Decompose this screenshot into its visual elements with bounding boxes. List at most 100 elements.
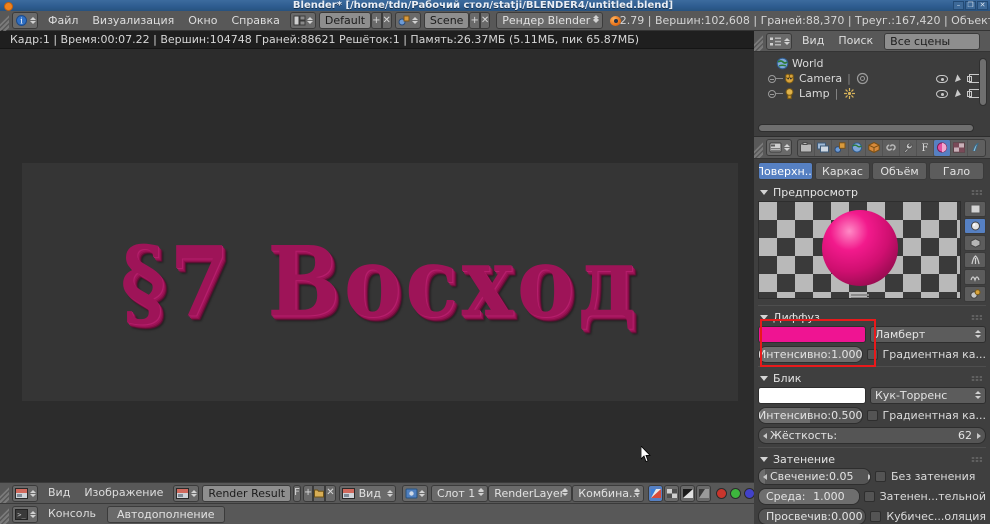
add-screen-layout-button[interactable]: + [371,12,382,29]
scene-tab[interactable] [832,139,849,156]
increment-arrow-icon[interactable] [977,432,981,439]
image-datablock-browse-selector[interactable] [173,484,200,502]
menu-help[interactable]: Справка [224,11,286,31]
outliner-horizontal-scrollbar[interactable] [758,124,974,132]
cursor-arrow-icon[interactable] [954,88,963,99]
diffuse-ramp-checkbox-row[interactable]: Градиентная ка... [866,348,986,361]
outliner-menu-search[interactable]: Поиск [831,31,880,51]
flat-preview-icon[interactable] [964,201,986,217]
expand-toggle-camera[interactable] [768,74,776,83]
ambient-slider[interactable]: Среда: 1.000 [758,488,860,505]
world-tab[interactable] [849,139,866,156]
render-tab[interactable] [798,139,815,156]
render-engine-dropdown[interactable]: Рендер Blender [496,12,604,29]
render-layers-tab[interactable] [815,139,832,156]
outliner-row-camera[interactable]: Camera | [754,71,990,86]
specular-intensity-slider[interactable]: Интенсивно:0.500 [758,407,863,424]
image-editor-area[interactable]: §7 Восход [0,49,754,482]
specular-ramp-checkbox-row[interactable]: Градиентная ка... [866,409,986,422]
cubic-interpolation-checkbox[interactable] [870,511,882,522]
delete-scene-button[interactable]: ✕ [479,12,491,29]
image-name-field[interactable]: Render Result [202,484,292,502]
outliner-vertical-scrollbar[interactable] [979,58,987,106]
fake-user-button[interactable]: F [293,484,301,502]
particles-tab[interactable] [968,140,985,156]
subtab-surface[interactable]: Поверхн... [758,162,813,180]
diffuse-panel-header[interactable]: Диффуз. [754,309,990,326]
shading-panel-header[interactable]: Затенение [754,451,990,468]
shadeless-checkbox[interactable] [875,471,886,482]
alpha-icon[interactable] [664,484,680,502]
translucency-slider[interactable]: Просвечив: 0.000 [758,508,867,524]
area-corner-grip[interactable] [0,10,9,31]
material-tab[interactable] [934,139,951,156]
scene-selector[interactable] [394,12,421,29]
image-menu-image[interactable]: Изображение [77,483,170,503]
image-view-mode-selector[interactable]: Вид [338,484,396,502]
menu-file[interactable]: Файл [41,11,85,31]
image-editor-corner-grip[interactable] [0,483,9,503]
render-pass-dropdown[interactable]: Комбина... [572,484,645,502]
specular-hardness-slider[interactable]: Жёсткость: 62 [758,427,986,444]
diffuse-intensity-slider[interactable]: Интенсивно:1.000 [758,346,863,363]
increment-arrow-icon[interactable] [867,473,870,480]
properties-editor-type-selector[interactable] [766,139,792,156]
console-menu[interactable]: Консоль [41,504,103,524]
outliner-row-world[interactable]: World [754,56,990,71]
constraints-tab[interactable] [883,139,900,156]
outliner-row-lamp[interactable]: Lamp | [754,86,990,101]
open-image-button[interactable] [313,484,326,502]
diffuse-color-swatch[interactable] [758,326,866,343]
preview-resize-handle[interactable] [850,294,869,298]
eye-icon[interactable] [936,74,948,83]
subtab-halo[interactable]: Гало [929,162,984,180]
cloth-preview-icon[interactable] [964,286,986,302]
console-editor-type-selector[interactable]: >_ [12,505,38,523]
outliner-editor-type-selector[interactable] [766,32,792,50]
specular-color-swatch[interactable] [758,387,866,404]
image-menu-view[interactable]: Вид [41,483,77,503]
render-layer-dropdown[interactable]: RenderLayer [488,484,573,502]
sphere-preview-icon[interactable] [964,218,986,234]
hair-preview-icon[interactable] [964,252,986,268]
new-image-button[interactable]: + [302,484,314,502]
tangent-shading-checkbox[interactable] [863,491,875,502]
scene-name-field[interactable]: Scene [423,12,470,29]
outliner-menu-view[interactable]: Вид [795,31,831,51]
diffuse-ramp-checkbox[interactable] [866,349,878,360]
texture-tab[interactable] [951,139,968,156]
decrement-arrow-icon[interactable] [763,432,767,439]
panel-grip-icon[interactable] [971,457,982,462]
autocomplete-button[interactable]: Автодополнение [107,505,225,523]
panel-grip-icon[interactable] [971,315,982,320]
menu-window[interactable]: Окно [181,11,224,31]
info-editor-type-selector[interactable]: i [12,12,38,29]
slot-dropdown[interactable]: Слот 1 [430,484,489,502]
sss-preview-icon[interactable] [964,269,986,285]
image-editor-type-selector[interactable] [12,484,38,502]
specular-shader-dropdown[interactable]: Кук-Торренс [870,387,986,404]
object-tab[interactable] [866,139,883,156]
cube-preview-icon[interactable] [964,235,986,251]
specular-panel-header[interactable]: Блик [754,370,990,387]
add-scene-button[interactable]: + [469,12,480,29]
cursor-arrow-icon[interactable] [954,73,963,84]
z-depth-icon[interactable] [680,484,696,502]
eye-icon[interactable] [936,89,948,98]
red-channel-swatch[interactable] [716,487,728,499]
delete-screen-layout-button[interactable]: ✕ [381,12,392,29]
alpha-preview-icon[interactable] [696,484,712,502]
subtab-wire[interactable]: Каркас [815,162,870,180]
shadeless-checkbox-row[interactable]: Без затенения [875,470,986,483]
panel-grip-icon[interactable] [971,190,982,195]
minimize-button[interactable]: – [953,1,964,10]
green-channel-swatch[interactable] [730,487,742,499]
cubic-interpolation-checkbox-row[interactable]: Кубичес...оляция [870,510,986,523]
console-corner-grip[interactable] [0,504,9,524]
outliner-tree[interactable]: World Camera | Lamp | [754,52,990,136]
render-slot-selector[interactable] [401,484,428,502]
unlink-image-button[interactable]: ✕ [325,484,336,502]
material-preview-render[interactable] [758,201,961,299]
close-button[interactable]: ✕ [977,1,988,10]
panel-grip-icon[interactable] [971,376,982,381]
